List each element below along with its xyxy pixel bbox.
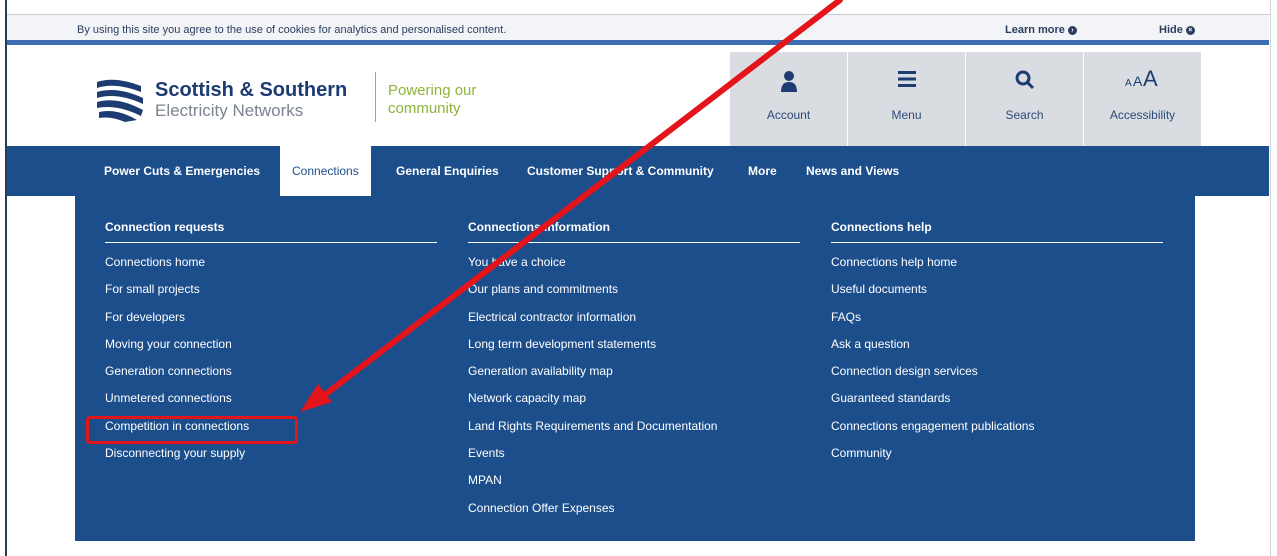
page-frame — [5, 0, 1271, 556]
highlight-box — [86, 416, 298, 444]
